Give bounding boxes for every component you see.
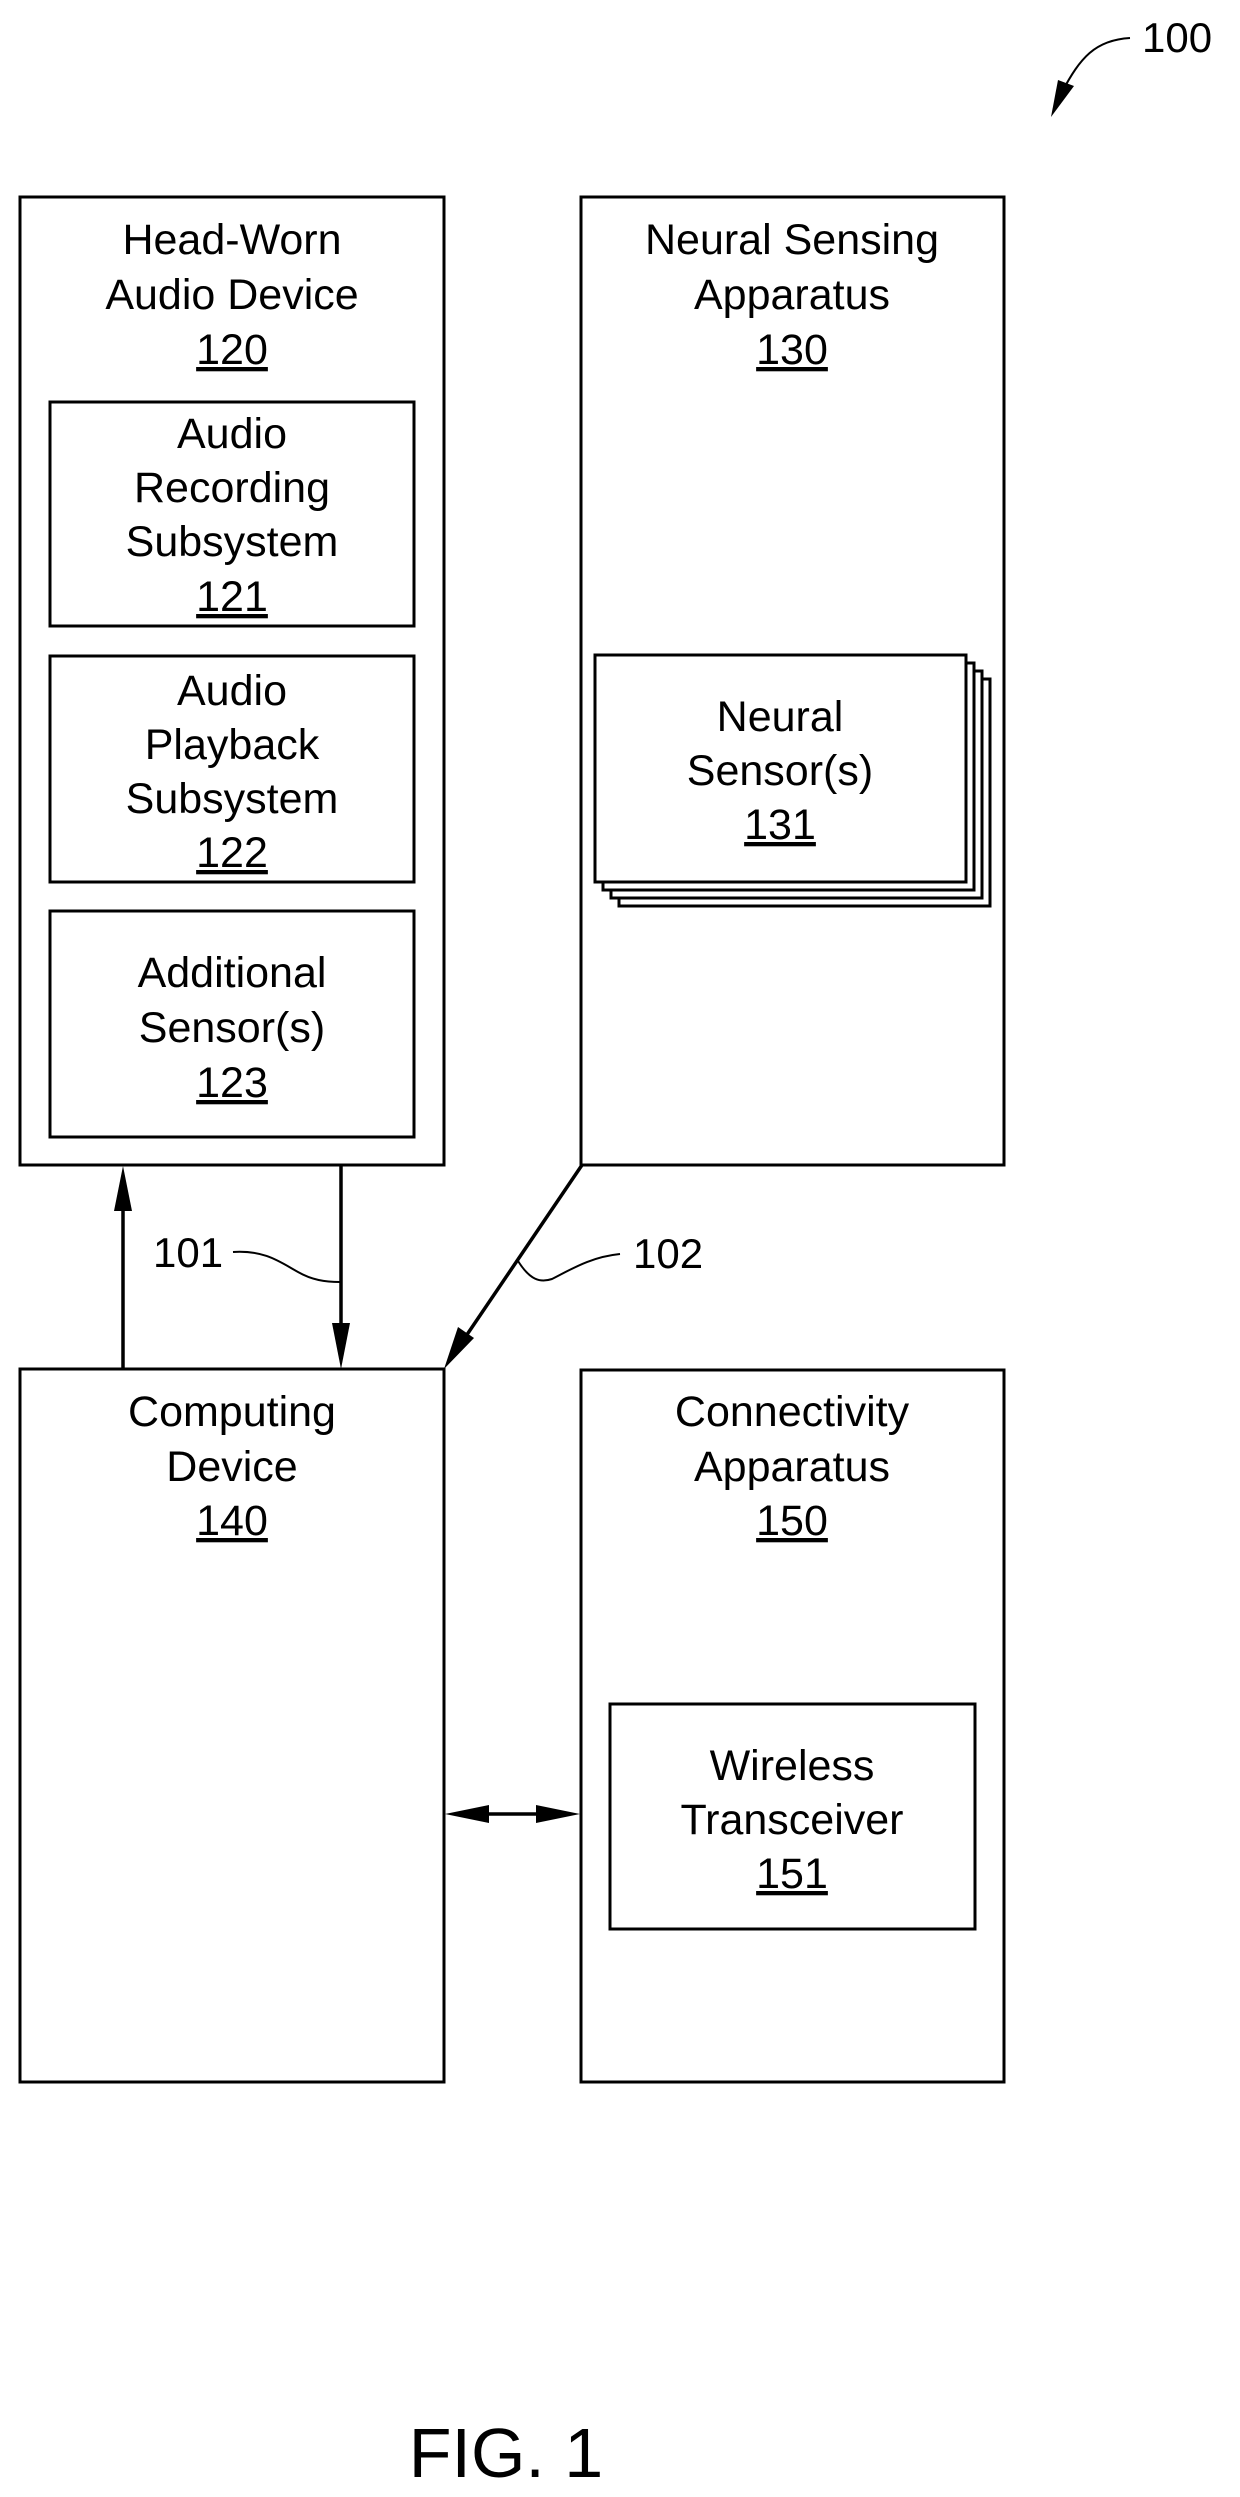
- block-head-worn-audio-device: Head-Worn Audio Device 120 Audio Recordi…: [18, 195, 446, 1167]
- block-120-title-line-2: Audio Device: [105, 271, 358, 319]
- block-121-line-1: Audio: [177, 410, 287, 458]
- block-123-line-1: Additional: [138, 949, 327, 997]
- connection-140-150: [445, 1805, 580, 1823]
- block-151-ref: 151: [756, 1850, 828, 1898]
- block-122-line-2: Playback: [145, 721, 320, 769]
- connection-140-150-left-arrowhead-icon: [445, 1805, 489, 1823]
- block-150-title-line-2: Apparatus: [694, 1443, 890, 1491]
- block-130-ref: 130: [756, 326, 828, 374]
- block-121-ref: 121: [196, 573, 268, 621]
- block-121-line-2: Recording: [134, 464, 330, 512]
- figure-reference: 100: [1051, 14, 1212, 117]
- block-140-title-line-1: Computing: [128, 1388, 336, 1436]
- block-140-title-line-2: Device: [166, 1443, 297, 1491]
- block-140-ref: 140: [196, 1497, 268, 1545]
- block-131-ref: 131: [744, 801, 816, 849]
- connection-102-leader: [517, 1253, 621, 1282]
- block-131-line-2: Sensor(s): [687, 747, 873, 795]
- block-150-title-line-1: Connectivity: [675, 1388, 910, 1436]
- block-120-ref: 120: [196, 326, 268, 374]
- connection-102-line: [460, 1164, 584, 1343]
- connection-101: 101: [114, 1165, 350, 1369]
- figure-caption: FIG. 1: [409, 2414, 603, 2492]
- block-neural-sensors-stack: Neural Sensor(s) 131: [593, 653, 992, 908]
- block-130-title-line-1: Neural Sensing: [645, 216, 939, 264]
- block-131-line-1: Neural: [717, 693, 844, 741]
- patent-diagram: 100 Head-Worn Audio Device 120 Audio Rec…: [18, 14, 1212, 2492]
- connection-101-down-arrowhead-icon: [332, 1323, 350, 1369]
- block-computing-device: Computing Device 140: [18, 1367, 446, 2084]
- block-120-title-line-1: Head-Worn: [122, 216, 341, 264]
- figure-reference-arrowhead-icon: [1051, 80, 1074, 117]
- block-151-line-2: Transceiver: [680, 1796, 903, 1844]
- block-122-line-3: Subsystem: [126, 775, 339, 823]
- connection-101-label: 101: [153, 1229, 223, 1276]
- connection-101-up-arrowhead-icon: [114, 1166, 132, 1211]
- connection-102-label: 102: [633, 1230, 703, 1277]
- connection-101-leader: [232, 1250, 341, 1283]
- block-130-title-line-2: Apparatus: [694, 271, 890, 319]
- block-151-line-1: Wireless: [710, 1742, 875, 1790]
- connection-140-150-right-arrowhead-icon: [536, 1805, 580, 1823]
- block-audio-recording-subsystem: Audio Recording Subsystem 121: [48, 400, 416, 628]
- figure-reference-number: 100: [1142, 14, 1212, 61]
- block-additional-sensors: Additional Sensor(s) 123: [48, 909, 416, 1139]
- block-audio-playback-subsystem: Audio Playback Subsystem 122: [48, 654, 416, 884]
- block-wireless-transceiver: Wireless Transceiver 151: [608, 1702, 977, 1931]
- block-123-line-2: Sensor(s): [139, 1004, 325, 1052]
- block-connectivity-apparatus: Connectivity Apparatus 150 Wireless Tran…: [579, 1368, 1006, 2084]
- block-122-line-1: Audio: [177, 667, 287, 715]
- connection-102: 102: [444, 1164, 703, 1369]
- block-neural-sensing-apparatus: Neural Sensing Apparatus 130 Neural Sens…: [579, 195, 1006, 1167]
- block-121-line-3: Subsystem: [126, 518, 339, 566]
- figure-reference-leader: [1061, 37, 1131, 93]
- block-122-ref: 122: [196, 829, 268, 877]
- block-150-ref: 150: [756, 1497, 828, 1545]
- block-123-ref: 123: [196, 1059, 268, 1107]
